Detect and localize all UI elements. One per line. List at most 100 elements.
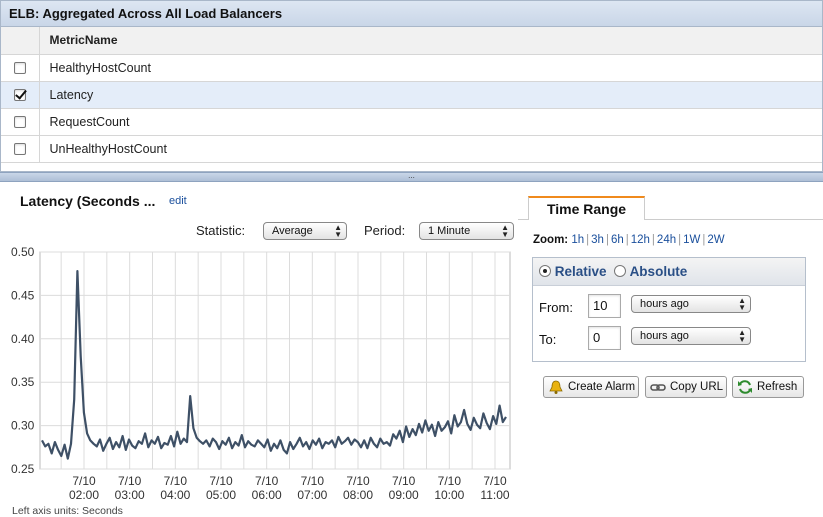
- updown-arrows-icon: ▲ ▼: [501, 223, 509, 239]
- period-select[interactable]: 1 Minute ▲ ▼: [419, 222, 514, 240]
- metric-checkbox[interactable]: [13, 62, 26, 75]
- statistic-select[interactable]: Average ▲ ▼: [263, 222, 347, 240]
- zoom-3h[interactable]: 3h: [591, 234, 604, 246]
- table-row[interactable]: Latency: [1, 81, 822, 109]
- zoom-12h[interactable]: 12h: [631, 234, 650, 246]
- row-checkbox-cell[interactable]: [1, 54, 40, 82]
- plot-frame: [39, 251, 511, 470]
- zoom-separator: |: [702, 234, 706, 246]
- zoom-separator: |: [678, 234, 682, 246]
- x-tick-label-time: 11:00: [480, 488, 509, 502]
- metric-checkbox[interactable]: [13, 116, 26, 129]
- bell-icon: [549, 380, 563, 394]
- metric-name[interactable]: Latency: [39, 81, 822, 109]
- metric-checkbox[interactable]: [13, 143, 26, 156]
- metric-name-column-header[interactable]: MetricName: [39, 27, 822, 55]
- copy-url-label: Copy URL: [670, 381, 724, 393]
- metrics-table: MetricName HealthyHostCount Latency Requ…: [1, 27, 822, 163]
- x-tick-label-date: 7/10: [255, 474, 279, 488]
- relative-radio[interactable]: [539, 265, 551, 277]
- x-tick-label-time: 10:00: [434, 488, 464, 502]
- tab-divider: [518, 219, 528, 220]
- metrics-panel: ELB: Aggregated Across All Load Balancer…: [0, 0, 823, 172]
- zoom-6h[interactable]: 6h: [611, 234, 624, 246]
- zoom-label: Zoom:: [533, 234, 569, 246]
- metric-name[interactable]: UnHealthyHostCount: [39, 135, 822, 163]
- x-tick-label-date: 7/10: [301, 474, 325, 488]
- x-tick-label-date: 7/10: [346, 474, 370, 488]
- x-tick-label-time: 07:00: [297, 488, 327, 502]
- x-tick-label-time: 02:00: [69, 488, 99, 502]
- x-tick-label-time: 04:00: [160, 488, 190, 502]
- zoom-24h[interactable]: 24h: [657, 234, 676, 246]
- edit-title-link[interactable]: edit: [169, 195, 187, 207]
- latency-chart[interactable]: 0.500.450.400.350.300.257/1002:007/1003:…: [0, 243, 515, 517]
- x-tick-label-date: 7/10: [164, 474, 188, 488]
- x-tick-label-time: 09:00: [389, 488, 419, 502]
- range-mode-selector: Relative Absolute: [533, 258, 805, 286]
- from-unit-value: hours ago: [640, 298, 689, 310]
- tab-divider: [645, 219, 823, 220]
- zoom-separator: |: [625, 234, 629, 246]
- zoom-2w[interactable]: 2W: [707, 234, 724, 246]
- to-unit-value: hours ago: [640, 330, 689, 342]
- to-input[interactable]: 0: [588, 326, 621, 350]
- statistic-value: Average: [272, 225, 313, 237]
- copy-url-button[interactable]: Copy URL: [645, 376, 727, 398]
- relative-label[interactable]: Relative: [555, 264, 607, 279]
- metric-name[interactable]: RequestCount: [39, 108, 822, 136]
- updown-arrows-icon: ▲ ▼: [334, 223, 342, 239]
- zoom-separator: |: [651, 234, 655, 246]
- x-tick-label-date: 7/10: [118, 474, 142, 488]
- checkbox-column-header: [1, 27, 40, 55]
- from-label: From:: [539, 300, 573, 315]
- period-value: 1 Minute: [428, 225, 471, 237]
- refresh-icon: [738, 380, 752, 394]
- splitter-grip[interactable]: ...: [408, 171, 415, 180]
- refresh-label: Refresh: [757, 381, 798, 393]
- to-unit-select[interactable]: hours ago ▲ ▼: [631, 327, 751, 345]
- x-tick-label-date: 7/10: [392, 474, 416, 488]
- row-checkbox-cell[interactable]: [1, 135, 40, 163]
- statistic-label: Statistic:: [196, 223, 246, 238]
- x-tick-label-date: 7/10: [438, 474, 462, 488]
- create-alarm-label: Create Alarm: [568, 381, 636, 393]
- x-tick-label-time: 03:00: [115, 488, 145, 502]
- x-tick-label-time: 06:00: [252, 488, 282, 502]
- updown-arrows-icon: ▲ ▼: [738, 328, 746, 344]
- period-label: Period:: [364, 223, 406, 238]
- x-tick-label-date: 7/10: [483, 474, 507, 488]
- y-tick-label: 0.50: [11, 245, 35, 259]
- from-unit-select[interactable]: hours ago ▲ ▼: [631, 295, 751, 313]
- zoom-1h[interactable]: 1h: [571, 234, 584, 246]
- panel-splitter[interactable]: ...: [0, 172, 823, 182]
- x-tick-label-time: 05:00: [206, 488, 236, 502]
- zoom-1w[interactable]: 1W: [683, 234, 700, 246]
- absolute-label[interactable]: Absolute: [630, 264, 688, 279]
- table-row[interactable]: HealthyHostCount: [1, 54, 822, 82]
- updown-arrows-icon: ▲ ▼: [738, 296, 746, 312]
- row-checkbox-cell[interactable]: [1, 81, 40, 109]
- zoom-bar: Zoom: 1h | 3h | 6h | 12h | 24h | 1W | 2W: [533, 234, 725, 246]
- x-tick-label-date: 7/10: [209, 474, 233, 488]
- table-row[interactable]: RequestCount: [1, 108, 822, 136]
- tab-time-range[interactable]: Time Range: [528, 196, 645, 220]
- row-checkbox-cell[interactable]: [1, 108, 40, 136]
- table-row[interactable]: UnHealthyHostCount: [1, 135, 822, 163]
- create-alarm-button[interactable]: Create Alarm: [543, 376, 639, 398]
- axis-units-note: Left axis units: Seconds: [12, 505, 123, 517]
- from-input[interactable]: 10: [588, 294, 621, 318]
- y-tick-label: 0.25: [11, 462, 35, 476]
- zoom-separator: |: [605, 234, 609, 246]
- y-tick-label: 0.40: [11, 332, 35, 346]
- panel-title: ELB: Aggregated Across All Load Balancer…: [1, 1, 822, 27]
- metric-name[interactable]: HealthyHostCount: [39, 54, 822, 82]
- zoom-separator: |: [586, 234, 590, 246]
- metric-checkbox[interactable]: [13, 89, 26, 102]
- x-tick-label-date: 7/10: [72, 474, 96, 488]
- absolute-radio[interactable]: [614, 265, 627, 277]
- x-tick-label-time: 08:00: [343, 488, 373, 502]
- y-tick-label: 0.45: [11, 288, 35, 302]
- chart-title: Latency (Seconds ...: [20, 193, 156, 209]
- refresh-button[interactable]: Refresh: [732, 376, 804, 398]
